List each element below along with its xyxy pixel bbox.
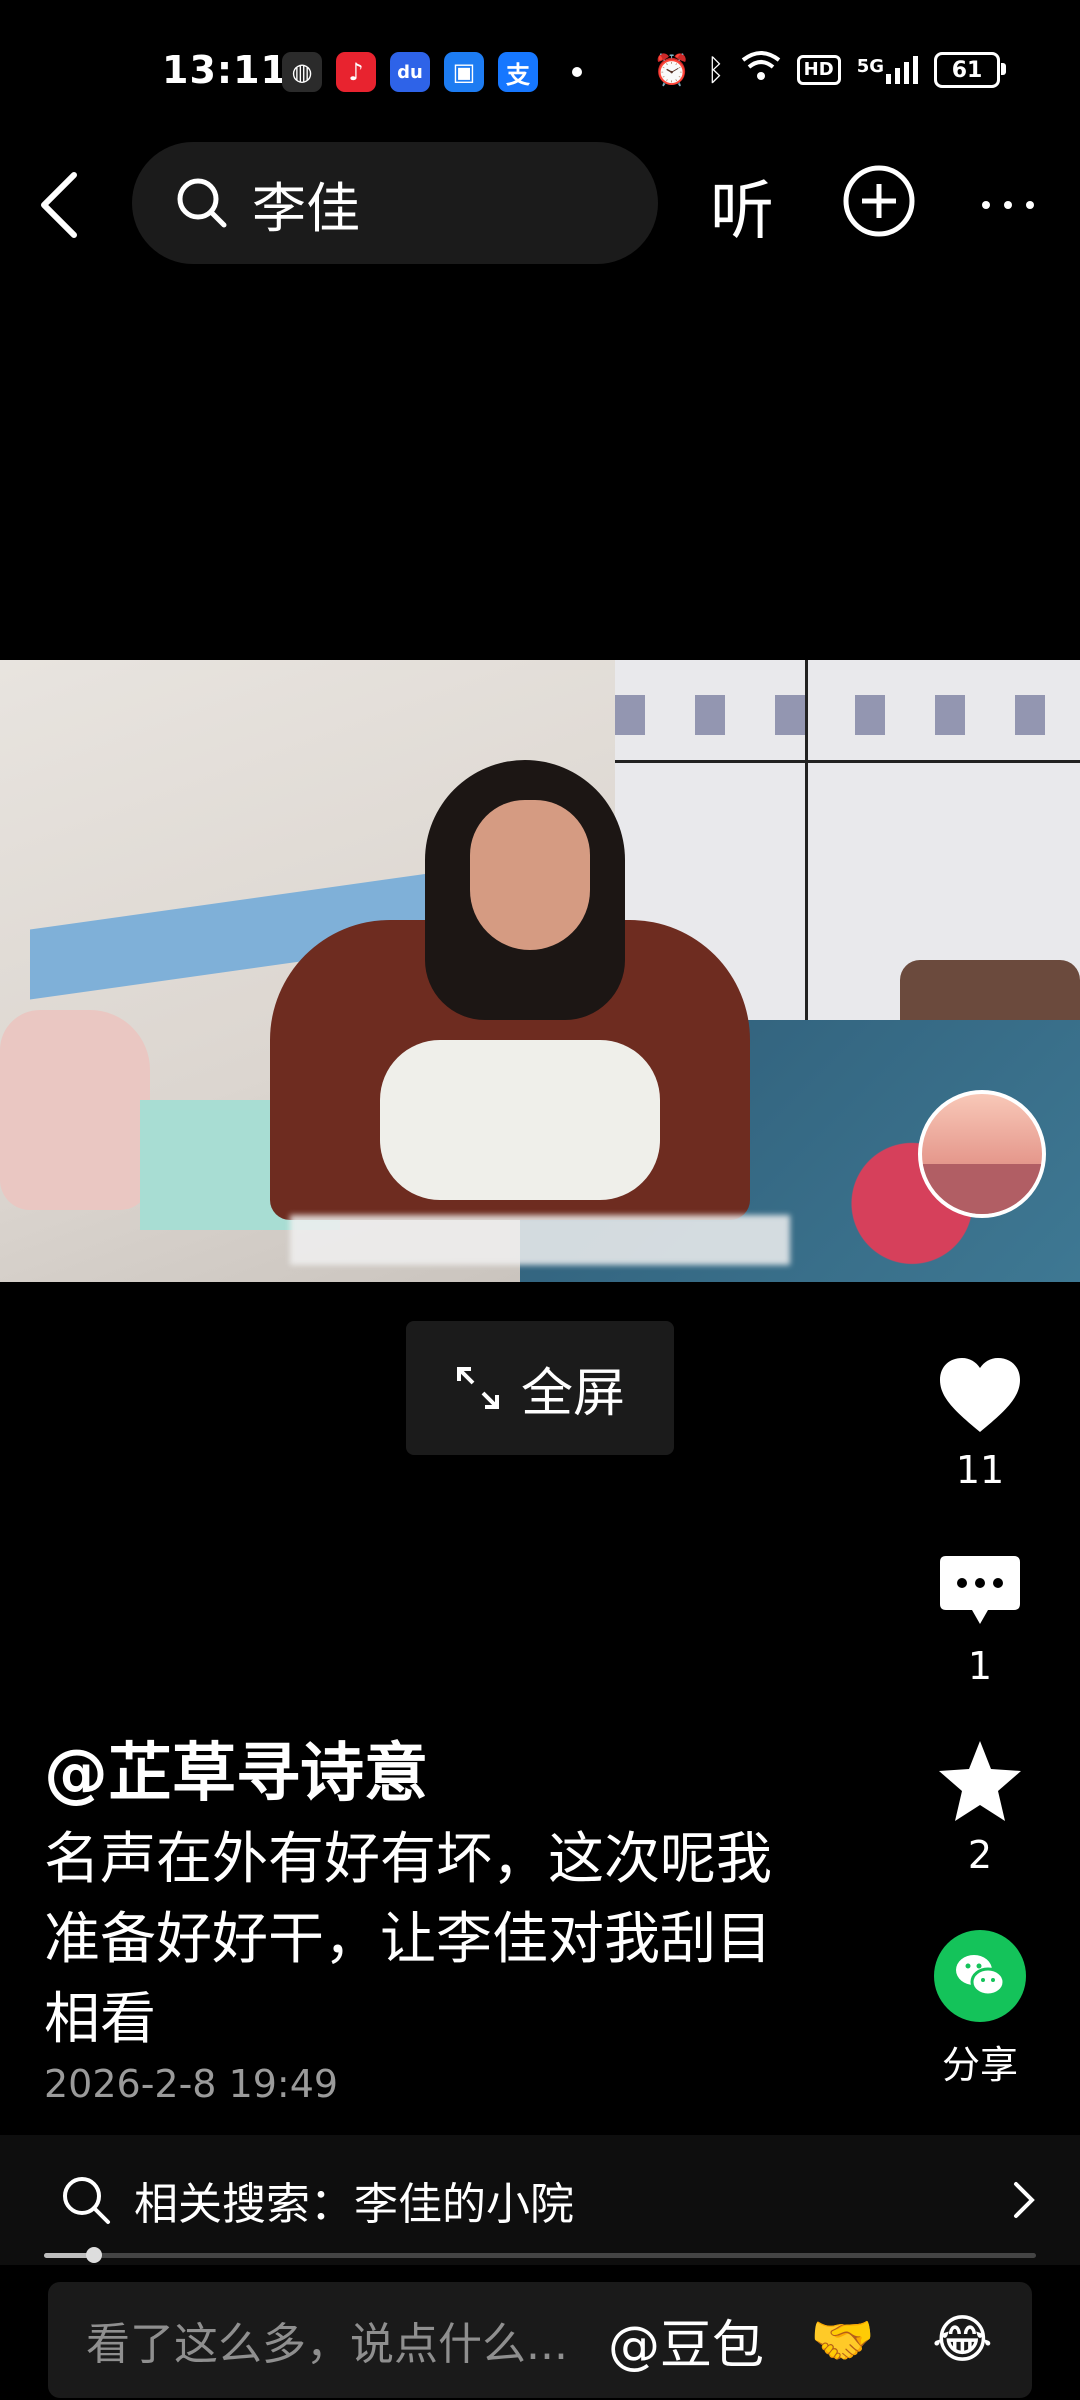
like-button[interactable]: 11 [920,1352,1040,1492]
comment-count: 1 [967,1644,993,1688]
comment-input[interactable]: 看了这么多，说点什么... @豆包 🤝 😂 [48,2282,1032,2398]
comment-icon [940,1556,1020,1624]
music-icon: ♪ [336,52,376,92]
back-button[interactable] [30,165,90,245]
video-player[interactable] [0,660,1080,1282]
share-label: 分享 [941,2043,1018,2087]
music-disc-avatar[interactable] [918,1090,1046,1218]
post-caption: 名声在外有好有坏，这次呢我准备好好干，让李佳对我刮目相看 [44,1827,772,2052]
search-icon [63,2177,110,2224]
expand-icon [456,1367,499,1409]
video-progress-track[interactable] [44,2253,1036,2258]
system-status: ⏰ ᛒ HD 5G 61 [653,50,1006,90]
hd-badge: HD [796,55,841,85]
bluetooth-icon: ᛒ [706,52,725,88]
wechat-icon: ◍ [282,52,322,92]
status-time: 13:11 [162,48,288,92]
favorite-button[interactable]: 2 [920,1737,1040,1877]
more-dots-icon [982,201,1034,209]
favorite-count: 2 [967,1833,993,1877]
laughing-emoji-button[interactable]: 😂 [932,2310,993,2370]
comment-button[interactable]: 1 [920,1548,1040,1688]
related-search-bar[interactable]: 相关搜索：李佳的小院 [0,2135,1080,2265]
heater-object [0,1010,150,1210]
notification-icons: ◍ ♪ du ▣ 支 [282,52,582,92]
more-button[interactable] [978,175,1038,235]
fullscreen-button[interactable]: 全屏 [406,1321,674,1455]
blue-bag-icon: ▣ [444,52,484,92]
wechat-share-icon [934,1930,1026,2022]
star-icon [939,1741,1021,1821]
chevron-left-icon [41,172,77,238]
share-button[interactable]: 分享 [920,1930,1040,2089]
handshake-emoji-button[interactable]: 🤝 [810,2310,875,2371]
fullscreen-label: 全屏 [520,1363,625,1424]
comment-placeholder: 看了这么多，说点什么... [86,2319,568,2370]
alipay-icon: 支 [498,52,538,92]
listen-button[interactable]: 听 [710,160,774,252]
like-count: 11 [955,1448,1005,1492]
search-bar[interactable]: 李佳 [132,142,658,264]
wifi-icon [741,50,781,90]
add-button[interactable] [842,164,916,238]
video-progress-handle[interactable] [85,2247,102,2263]
battery-icon: 61 [934,52,1006,88]
mention-doubao-button[interactable]: @豆包 [608,2303,764,2378]
heart-icon [940,1358,1020,1432]
author-name[interactable]: @芷草寻诗意 [44,1722,428,1814]
signal-icon: 5G [857,56,918,84]
baidu-icon: du [390,52,430,92]
search-query: 李佳 [252,176,360,240]
related-search-label: 相关搜索：李佳的小院 [134,2179,574,2230]
alarm-icon: ⏰ [653,52,691,88]
more-notifications-dot [572,67,582,77]
blurred-subtitle [290,1215,790,1265]
plus-circle-icon [843,165,915,237]
chevron-right-icon [1014,2182,1035,2218]
post-timestamp: 2026-2-8 19:49 [44,2062,339,2106]
search-icon [177,178,227,228]
